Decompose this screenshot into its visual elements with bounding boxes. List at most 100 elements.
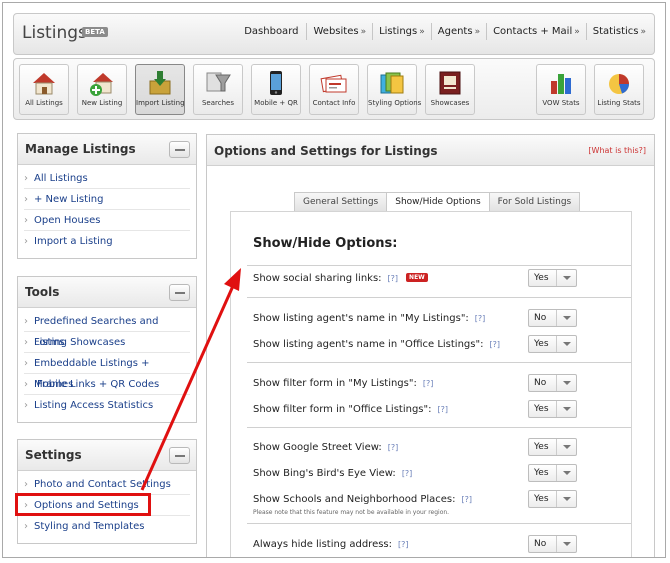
nav-statistics[interactable]: Statistics» xyxy=(585,23,652,40)
what-is-this-link[interactable]: [What is this?] xyxy=(588,146,646,155)
option-label: Show filter form in "My Listings": xyxy=(253,378,417,389)
help-link[interactable]: [?] xyxy=(423,379,434,388)
tab-sold-listings[interactable]: For Sold Listings xyxy=(488,192,581,212)
panel-title: Manage Listings xyxy=(25,142,136,156)
help-link[interactable]: [?] xyxy=(388,274,399,283)
chevron-down-icon xyxy=(556,336,576,352)
social-sharing-select[interactable]: Yes xyxy=(528,269,577,287)
divider xyxy=(247,427,631,428)
help-link[interactable]: [?] xyxy=(437,405,448,414)
option-label: Always hide listing address: xyxy=(253,539,393,550)
new-badge: NEW xyxy=(406,273,428,282)
nav-websites[interactable]: Websites» xyxy=(306,23,372,40)
chevron-down-icon xyxy=(556,439,576,455)
listing-stats-button[interactable]: Listing Stats xyxy=(594,64,644,115)
manage-listings-panel: Manage Listings All Listings + New Listi… xyxy=(17,133,197,259)
house-icon xyxy=(33,73,55,95)
sidebar-item-mobile-links[interactable]: Mobile Links + QR Codes xyxy=(24,374,190,395)
chevron-down-icon xyxy=(556,491,576,507)
option-row: Show filter form in "My Listings": [?] No xyxy=(253,374,631,396)
filter-form-my-listings-select[interactable]: No xyxy=(528,374,577,392)
chevron-down-icon xyxy=(556,401,576,417)
sidebar-item-predefined-searches[interactable]: Predefined Searches and Forms xyxy=(24,311,190,348)
sidebar-item-new-listing[interactable]: + New Listing xyxy=(24,189,190,210)
searches-button[interactable]: Searches xyxy=(193,64,243,115)
hide-address-select[interactable]: No xyxy=(528,535,577,553)
options-content: Show/Hide Options: Show social sharing l… xyxy=(230,211,632,557)
sidebar-item-listing-showcases[interactable]: Listing Showcases xyxy=(24,332,190,353)
region-note: Please note that this feature may not be… xyxy=(253,509,450,516)
help-link[interactable]: [?] xyxy=(489,340,500,349)
birds-eye-view-select[interactable]: Yes xyxy=(528,464,577,482)
nav-listings[interactable]: Listings» xyxy=(372,23,431,40)
option-label: Show listing agent's name in "Office Lis… xyxy=(253,339,484,350)
sidebar-item-embeddable-listings[interactable]: Embeddable Listings + IFrames xyxy=(24,353,190,390)
section-title: Show/Hide Options: xyxy=(253,236,398,251)
styling-options-button[interactable]: Styling Options xyxy=(367,64,421,115)
help-link[interactable]: [?] xyxy=(402,469,413,478)
sidebar-item-access-statistics[interactable]: Listing Access Statistics xyxy=(24,395,190,416)
all-listings-button[interactable]: All Listings xyxy=(19,64,69,115)
annotation-highlight-box xyxy=(15,493,151,516)
vow-stats-button[interactable]: VOW Stats xyxy=(536,64,586,115)
import-listing-button[interactable]: Import Listing xyxy=(135,64,185,115)
chevron-down-icon xyxy=(556,310,576,326)
icon-toolbar: All Listings New Listing Import Listing … xyxy=(13,58,655,120)
house-add-icon xyxy=(90,73,113,96)
option-row: Show Google Street View: [?] Yes xyxy=(253,438,631,460)
collapse-button[interactable] xyxy=(169,141,190,158)
nav-agents[interactable]: Agents» xyxy=(430,23,486,40)
google-street-view-select[interactable]: Yes xyxy=(528,438,577,456)
sidebar-item-import-listing[interactable]: Import a Listing xyxy=(24,231,190,252)
mobile-qr-button[interactable]: Mobile + QR xyxy=(251,64,301,115)
schools-neighborhood-select[interactable]: Yes xyxy=(528,490,577,508)
option-row: Always hide listing address: [?] No xyxy=(253,535,631,557)
collapse-button[interactable] xyxy=(169,447,190,464)
help-link[interactable]: [?] xyxy=(398,540,409,549)
beta-badge: BETA xyxy=(82,27,108,37)
panel-title: Tools xyxy=(25,285,60,299)
option-label: Show Bing's Bird's Eye View: xyxy=(253,468,396,479)
showcase-book-icon xyxy=(439,71,461,95)
option-label: Show social sharing links: xyxy=(253,273,382,284)
collapse-button[interactable] xyxy=(169,284,190,301)
agent-name-office-listings-select[interactable]: Yes xyxy=(528,335,577,353)
option-row: Show Schools and Neighborhood Places: [?]… xyxy=(253,490,631,516)
nav-dashboard[interactable]: Dashboard xyxy=(238,23,306,40)
help-link[interactable]: [?] xyxy=(388,443,399,452)
sidebar-item-photo-contact-settings[interactable]: Photo and Contact Settings xyxy=(24,474,190,495)
divider xyxy=(247,265,631,266)
nav-contacts-mail[interactable]: Contacts + Mail» xyxy=(486,23,586,40)
option-row: Show filter form in "Office Listings": [?… xyxy=(253,400,631,422)
panel-title: Settings xyxy=(25,448,82,462)
filter-form-office-listings-select[interactable]: Yes xyxy=(528,400,577,418)
sidebar-item-open-houses[interactable]: Open Houses xyxy=(24,210,190,231)
top-nav: Dashboard Websites» Listings» Agents» Co… xyxy=(238,23,652,40)
app-header: Listings BETA Dashboard Websites» Listin… xyxy=(13,13,655,55)
divider xyxy=(247,362,631,363)
sidebar-item-all-listings[interactable]: All Listings xyxy=(24,168,190,189)
mobile-phone-icon xyxy=(270,71,282,95)
settings-panel: Settings Photo and Contact Settings Opti… xyxy=(17,439,197,544)
pie-chart-icon xyxy=(609,74,629,94)
chevron-down-icon xyxy=(556,375,576,391)
new-listing-button[interactable]: New Listing xyxy=(77,64,127,115)
color-swatches-icon xyxy=(380,72,404,94)
option-row: Show listing agent's name in "Office Lis… xyxy=(253,335,631,357)
tab-show-hide-options[interactable]: Show/Hide Options xyxy=(386,192,490,212)
search-funnel-icon xyxy=(206,72,231,92)
help-link[interactable]: [?] xyxy=(475,314,486,323)
sidebar-item-styling-templates[interactable]: Styling and Templates xyxy=(24,516,190,537)
contact-info-button[interactable]: Contact Info xyxy=(309,64,359,115)
app-title: Listings xyxy=(22,23,87,43)
agent-name-my-listings-select[interactable]: No xyxy=(528,309,577,327)
divider xyxy=(247,297,631,298)
help-link[interactable]: [?] xyxy=(462,495,473,504)
showcases-button[interactable]: Showcases xyxy=(425,64,475,115)
option-label: Show listing agent's name in "My Listing… xyxy=(253,313,469,324)
business-card-icon xyxy=(320,74,347,93)
screenshot-frame: Listings BETA Dashboard Websites» Listin… xyxy=(2,2,666,558)
option-label: Show Google Street View: xyxy=(253,442,382,453)
tab-general-settings[interactable]: General Settings xyxy=(294,192,388,212)
import-box-icon xyxy=(149,71,171,95)
